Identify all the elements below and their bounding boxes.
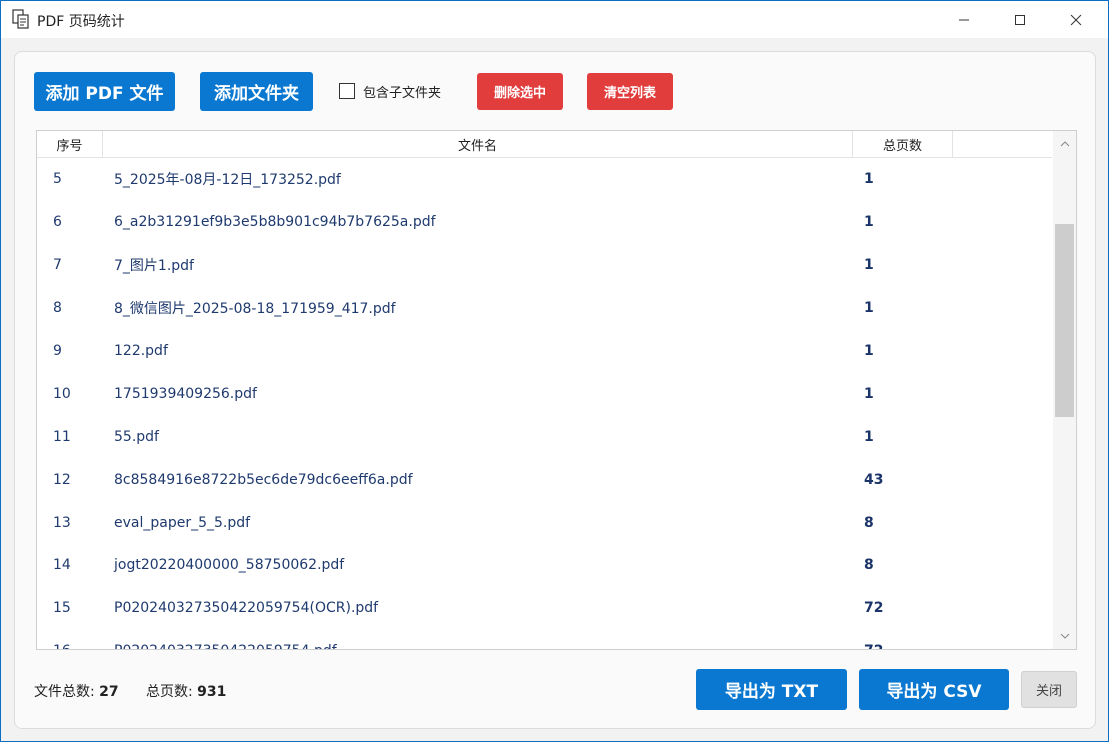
row-filename: P020240327350422059754(OCR).pdf: [114, 600, 379, 617]
row-index: 11: [53, 428, 71, 445]
row-pages: 8: [864, 514, 874, 531]
table-row[interactable]: 15 P020240327350422059754(OCR).pdf 72: [37, 587, 1052, 630]
table-header: 序号 文件名 总页数: [37, 131, 1052, 158]
row-filename: 7_图片1.pdf: [114, 258, 194, 275]
close-window-button[interactable]: [1053, 1, 1099, 38]
minimize-button[interactable]: [941, 1, 987, 38]
maximize-icon: [1015, 14, 1025, 25]
table-row[interactable]: 8 8_微信图片_2025-08-18_171959_417.pdf 1: [37, 287, 1052, 330]
file-total-value: 27: [99, 684, 119, 700]
row-filename: 5_2025年-08月-12日_173252.pdf: [114, 172, 341, 189]
vertical-scrollbar[interactable]: [1053, 131, 1076, 649]
row-filename: 8c8584916e8722b5ec6de79dc6eeff6a.pdf: [114, 471, 413, 488]
clear-list-button[interactable]: 清空列表: [587, 73, 673, 110]
row-index: 16: [53, 630, 71, 649]
table-body: 5 5_2025年-08月-12日_173252.pdf 1 6 6_a2b31291…: [37, 158, 1052, 649]
add-folder-button[interactable]: 添加文件夹: [200, 72, 313, 111]
export-txt-button[interactable]: 导出为 TXT: [696, 669, 847, 710]
page-total-value: 931: [197, 684, 227, 700]
page-total-label: 总页数:: [146, 684, 193, 700]
header-filler: [953, 131, 1052, 158]
row-filename: 55.pdf: [114, 428, 159, 445]
include-subfolders-label[interactable]: 包含子文件夹: [363, 82, 441, 101]
minimize-icon: [959, 19, 969, 20]
row-pages: 8: [864, 557, 874, 574]
table-row[interactable]: 16 P020240327350422059754.pdf 72: [37, 630, 1052, 649]
row-index: 15: [53, 600, 71, 617]
row-filename: 8_微信图片_2025-08-18_171959_417.pdf: [114, 301, 396, 318]
row-pages: 1: [864, 385, 874, 402]
page-total: 总页数: 931: [146, 681, 226, 701]
window-title: PDF 页码统计: [37, 14, 125, 30]
row-index: 12: [53, 471, 71, 488]
scroll-up-icon[interactable]: [1053, 134, 1076, 154]
close-icon: [1070, 14, 1082, 25]
file-total: 文件总数: 27: [34, 681, 119, 701]
table-row[interactable]: 5 5_2025年-08月-12日_173252.pdf 1: [37, 158, 1052, 201]
table-row[interactable]: 6 6_a2b31291ef9b3e5b8b901c94b7b7625a.pdf 1: [37, 201, 1052, 244]
row-index: 6: [53, 214, 62, 231]
row-index: 9: [53, 343, 62, 359]
row-pages: 1: [864, 214, 874, 231]
row-pages: 1: [864, 300, 874, 317]
title-bar: PDF 页码统计: [1, 1, 1108, 38]
table-row[interactable]: 9 122.pdf 1: [37, 330, 1052, 373]
row-index: 7: [53, 257, 62, 274]
close-button[interactable]: 关闭: [1021, 671, 1077, 708]
app-window: PDF 页码统计 添加 PDF 文件 添加文件夹 包含子文件夹 删除选中 清空列…: [0, 0, 1109, 742]
file-total-label: 文件总数:: [34, 684, 95, 700]
export-csv-button[interactable]: 导出为 CSV: [859, 669, 1009, 710]
scrollbar-thumb[interactable]: [1055, 224, 1074, 417]
pdf-app-icon: [12, 9, 29, 29]
row-filename: 1751939409256.pdf: [114, 385, 257, 402]
header-index[interactable]: 序号: [37, 131, 103, 158]
row-pages: 43: [864, 471, 884, 488]
row-index: 13: [53, 514, 71, 531]
header-pages[interactable]: 总页数: [853, 131, 953, 158]
row-filename: eval_paper_5_5.pdf: [114, 514, 251, 531]
row-pages: 1: [864, 428, 874, 445]
table-row[interactable]: 14 jogt20220400000_58750062.pdf 8: [37, 544, 1052, 587]
table-row[interactable]: 12 8c8584916e8722b5ec6de79dc6eeff6a.pdf 43: [37, 458, 1052, 501]
row-index: 14: [53, 557, 71, 574]
add-pdf-button[interactable]: 添加 PDF 文件: [34, 72, 175, 111]
row-filename: jogt20220400000_58750062.pdf: [114, 557, 345, 574]
include-subfolders-checkbox[interactable]: [339, 83, 355, 99]
row-filename: P020240327350422059754.pdf: [114, 630, 337, 649]
row-filename: 122.pdf: [114, 343, 168, 359]
table-row[interactable]: 13 eval_paper_5_5.pdf 8: [37, 501, 1052, 544]
row-index: 5: [53, 171, 62, 188]
table-row[interactable]: 7 7_图片1.pdf 1: [37, 244, 1052, 287]
delete-selected-button[interactable]: 删除选中: [477, 73, 563, 110]
header-filename[interactable]: 文件名: [103, 131, 853, 158]
row-index: 10: [53, 385, 71, 402]
maximize-button[interactable]: [997, 1, 1043, 38]
row-index: 8: [53, 300, 62, 317]
row-pages: 1: [864, 343, 874, 359]
table-row[interactable]: 11 55.pdf 1: [37, 415, 1052, 458]
row-filename: 6_a2b31291ef9b3e5b8b901c94b7b7625a.pdf: [114, 214, 436, 231]
row-pages: 72: [864, 600, 884, 617]
file-table[interactable]: 序号 文件名 总页数 5 5_2025年-08月-12日_173252.pdf 1 …: [36, 130, 1077, 650]
row-pages: 1: [864, 171, 874, 188]
row-pages: 1: [864, 257, 874, 274]
scroll-down-icon[interactable]: [1053, 626, 1076, 646]
row-pages: 72: [864, 630, 883, 649]
table-row[interactable]: 10 1751939409256.pdf 1: [37, 372, 1052, 415]
